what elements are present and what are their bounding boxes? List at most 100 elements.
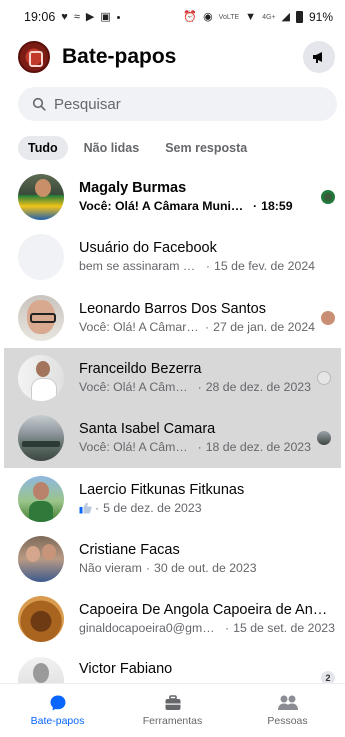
chat-text: Magaly Burmas Você: Olá! A Câmara Munici…: [79, 179, 345, 215]
contact-name: Santa Isabel Camara: [79, 421, 216, 438]
message-preview: Você: Olá! A Câmara Municipal de...: [79, 199, 249, 214]
nav-chats[interactable]: Bate-papos: [0, 684, 115, 737]
battery-level: 91%: [308, 10, 333, 24]
chat-text: Capoeira De Angola Capoeira de Angola gi…: [79, 601, 345, 637]
meta-separator: ·: [197, 380, 202, 395]
alarm-icon: ⏰: [183, 10, 198, 23]
tab-all[interactable]: Tudo: [18, 136, 68, 160]
avatar: [18, 174, 64, 221]
avatar: [18, 475, 64, 522]
message-meta: Você: Olá! A Câmara... · 27 de jan. de 2…: [79, 319, 315, 336]
chat-row-franceildo-bezerra[interactable]: Franceildo Bezerra Você: Olá! A Câmara..…: [4, 347, 341, 409]
nav-people[interactable]: Pessoas: [230, 684, 345, 737]
search-icon: [32, 97, 46, 111]
wifi-icon: ▼: [245, 10, 257, 23]
notification-icon: ♥: [61, 10, 68, 23]
message-time: 5 de dez. de 2023: [103, 500, 202, 515]
avatar: [18, 234, 64, 281]
chat-list: Magaly Burmas Você: Olá! A Câmara Munici…: [0, 167, 345, 686]
avatar: [18, 355, 64, 402]
nav-label: Bate-papos: [30, 715, 85, 727]
status-bar: 19:06 ♥ ≈ ▶ ▣ ⏰ ◉ VoLTE ▼ 4G+ ◢ 91%: [0, 0, 345, 34]
volte-label: VoLTE: [218, 13, 240, 21]
meta-separator: ·: [205, 319, 210, 334]
avatar: [18, 415, 64, 462]
message-meta: bem se assinaram o aume... · 15 de fev. …: [79, 258, 315, 275]
message-preview: Você: Olá! A Câmara...: [79, 380, 194, 395]
filter-tabs: Tudo Não lidas Sem resposta: [18, 136, 257, 160]
page-title: Bate-papos: [62, 45, 177, 68]
chat-text: Laercio Fitkunas Fitkunas · 5 de dez. de…: [79, 481, 345, 517]
chat-row-capoeira-angola[interactable]: Capoeira De Angola Capoeira de Angola gi…: [0, 589, 345, 649]
chat-row-leonardo-barros[interactable]: Leonardo Barros Dos Santos Você: Olá! A …: [0, 288, 345, 348]
chat-text: Santa Isabel Camara Você: Olá! A Câmara.…: [79, 420, 341, 456]
search-bar[interactable]: [18, 87, 337, 121]
message-time: 18:59: [261, 199, 293, 214]
message-preview: Você: Olá! A Câmara...: [79, 319, 201, 334]
message-time: 15 de set. de 2023: [233, 621, 335, 636]
status-time: 19:06: [24, 10, 56, 24]
search-input[interactable]: [54, 95, 304, 113]
meta-separator: ·: [225, 621, 230, 636]
contact-name: Leonardo Barros Dos Santos: [79, 300, 266, 317]
chat-row-laercio-fitkunas[interactable]: Laercio Fitkunas Fitkunas · 5 de dez. de…: [0, 468, 345, 528]
message-time: 15 de fev. de 2024: [214, 259, 315, 274]
status-right: ⏰ ◉ VoLTE ▼ 4G+ ◢ 91%: [183, 10, 333, 24]
chat-row-santa-isabel-camara[interactable]: Santa Isabel Camara Você: Olá! A Câmara.…: [4, 408, 341, 469]
message-meta: ginaldocapoeira0@gmail.c... · 15 de set.…: [79, 620, 335, 637]
message-meta: Você: Olá! A Câmara... · 28 de dez. de 2…: [79, 379, 311, 396]
tab-unanswered[interactable]: Sem resposta: [155, 136, 257, 160]
contact-name: Cristiane Facas: [79, 541, 180, 558]
avatar: [18, 596, 64, 643]
chat-row-victor-fabiano[interactable]: Victor Fabiano 2: [0, 649, 345, 686]
message-preview: ginaldocapoeira0@gmail.c...: [79, 621, 221, 636]
briefcase-icon: [165, 695, 180, 710]
message-meta: Você: Olá! A Câmara... · 18 de dez. de 2…: [79, 439, 311, 456]
message-meta: · 5 de dez. de 2023: [79, 500, 315, 517]
message-preview: bem se assinaram o aume...: [79, 259, 202, 274]
message-meta: Não vieram · 30 de out. de 2023: [79, 560, 315, 577]
chat-text: Cristiane Facas Não vieram · 30 de out. …: [79, 541, 345, 577]
chat-text: Usuário do Facebook bem se assinaram o a…: [79, 239, 345, 275]
meta-separator: ·: [197, 440, 202, 455]
contact-name: Capoeira De Angola Capoeira de Angola: [79, 602, 335, 619]
contact-name: Victor Fabiano: [79, 661, 173, 678]
people-icon: [277, 695, 298, 710]
message-preview: Não vieram: [79, 560, 142, 575]
cell-signal-icon: ◢: [281, 10, 290, 23]
chat-text: Victor Fabiano: [79, 657, 345, 679]
chat-row-magaly-burmas[interactable]: Magaly Burmas Você: Olá! A Câmara Munici…: [0, 167, 345, 227]
chat-row-usuario-facebook[interactable]: Usuário do Facebook bem se assinaram o a…: [0, 227, 345, 287]
message-time: 18 de dez. de 2023: [205, 440, 311, 455]
avatar: [18, 657, 64, 686]
message-time: 30 de out. de 2023: [153, 560, 257, 575]
bottom-nav: Bate-papos Ferramentas Pessoas: [0, 683, 345, 737]
network-type-label: 4G+: [262, 13, 276, 21]
tab-unread[interactable]: Não lidas: [74, 136, 150, 160]
message-preview: Você: Olá! A Câmara...: [79, 440, 194, 455]
meta-separator: ·: [95, 500, 100, 515]
chat-text: Leonardo Barros Dos Santos Você: Olá! A …: [79, 300, 345, 336]
contact-name: Usuário do Facebook: [79, 240, 217, 257]
avatar: [18, 294, 64, 341]
signal-alt-icon: ≈: [73, 10, 80, 23]
avatar: [18, 535, 64, 582]
chat-text: Franceildo Bezerra Você: Olá! A Câmara..…: [79, 360, 341, 396]
more-notifications-icon: [116, 15, 120, 19]
message-meta: Você: Olá! A Câmara Municipal de... · 18…: [79, 198, 315, 215]
megaphone-icon: [313, 52, 322, 63]
chat-bubble-icon: [50, 695, 65, 711]
youtube-icon: ▶: [85, 10, 95, 23]
contact-name: Laercio Fitkunas Fitkunas: [79, 481, 245, 498]
video-icon: ▣: [100, 10, 111, 23]
message-time: 27 de jan. de 2024: [213, 319, 315, 334]
nav-label: Ferramentas: [142, 715, 203, 727]
status-left: 19:06 ♥ ≈ ▶ ▣: [24, 10, 120, 24]
read-receipt-avatar: [317, 371, 331, 386]
read-receipt-avatar: [321, 310, 335, 325]
vibrate-icon: ◉: [203, 10, 213, 23]
announcements-button[interactable]: [303, 41, 335, 73]
profile-avatar[interactable]: [18, 41, 50, 73]
nav-tools[interactable]: Ferramentas: [115, 684, 230, 737]
chat-row-cristiane-facas[interactable]: Cristiane Facas Não vieram · 30 de out. …: [0, 529, 345, 589]
